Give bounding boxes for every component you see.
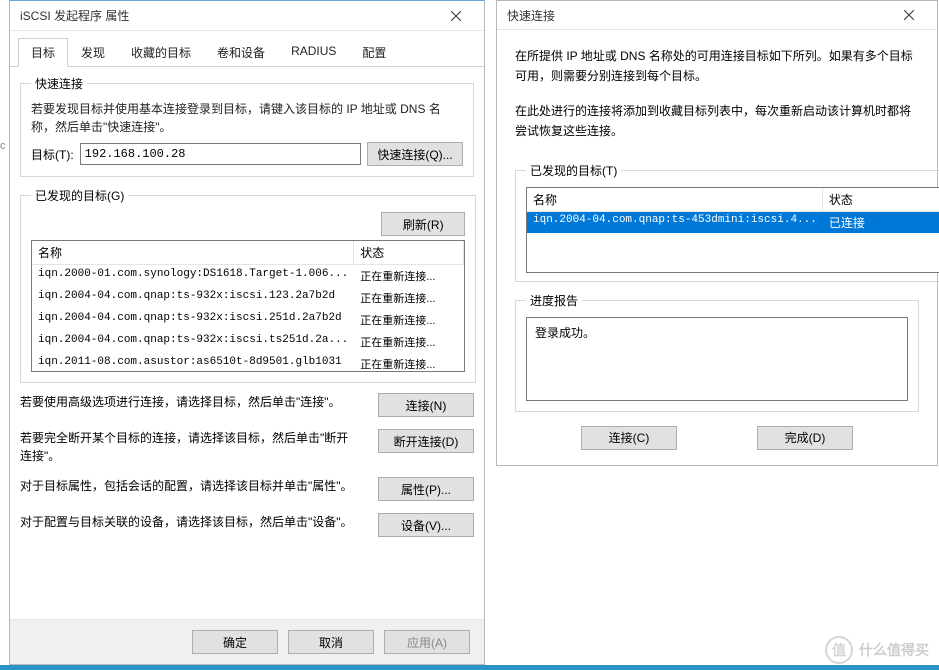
target-row-name: iqn.2011-08.com.asustor:as6510t-8d9501.g… — [32, 353, 354, 372]
progress-text: 登录成功。 — [535, 326, 595, 340]
refresh-button[interactable]: 刷新(R) — [381, 212, 465, 236]
devices-button[interactable]: 设备(V)... — [378, 513, 474, 537]
target-row-name: iqn.2004-04.com.qnap:ts-932x:iscsi.ts251… — [32, 331, 354, 353]
devices-action: 对于配置与目标关联的设备，请选择该目标，然后单击"设备"。 设备(V)... — [20, 513, 474, 537]
properties-text: 对于目标属性，包括会话的配置，请选择该目标并单击"属性"。 — [20, 477, 358, 495]
col-header-name[interactable]: 名称 — [32, 241, 354, 264]
properties-action: 对于目标属性，包括会话的配置，请选择该目标并单击"属性"。 属性(P)... — [20, 477, 474, 501]
target-row[interactable]: iqn.2004-04.com.qnap:ts-932x:iscsi.ts251… — [32, 331, 464, 353]
quick-connect-action-button[interactable]: 连接(C) — [581, 426, 677, 450]
main-footer: 确定 取消 应用(A) — [10, 619, 484, 664]
progress-legend: 进度报告 — [526, 292, 582, 309]
target-input[interactable] — [80, 143, 361, 165]
ok-button[interactable]: 确定 — [192, 630, 278, 654]
col-header-status[interactable]: 状态 — [354, 241, 464, 264]
iscsi-properties-window: iSCSI 发起程序 属性 目标 发现 收藏的目标 卷和设备 RADIUS 配置… — [9, 0, 485, 665]
target-row-name: iqn.2004-04.com.qnap:ts-932x:iscsi.251d.… — [32, 309, 354, 331]
quick-target-row-selected[interactable]: iqn.2004-04.com.qnap:ts-453dmini:iscsi.4… — [527, 212, 939, 233]
cancel-button[interactable]: 取消 — [288, 630, 374, 654]
disconnect-text: 若要完全断开某个目标的连接，请选择该目标，然后单击"断开连接"。 — [20, 429, 358, 465]
target-row-status: 正在重新连接... — [354, 331, 464, 353]
quick-para-1: 在所提供 IP 地址或 DNS 名称处的可用连接目标如下所列。如果有多个目标可用… — [515, 46, 919, 87]
discovered-targets-list[interactable]: 名称 状态 iqn.2000-01.com.synology:DS1618.Ta… — [31, 240, 465, 372]
watermark: 值 什么值得买 — [825, 636, 929, 664]
tab-volumes[interactable]: 卷和设备 — [204, 38, 278, 67]
tab-target[interactable]: 目标 — [18, 38, 68, 67]
target-row[interactable]: iqn.2000-01.com.synology:DS1618.Target-1… — [32, 265, 464, 287]
done-button[interactable]: 完成(D) — [757, 426, 853, 450]
targets-header: 名称 状态 — [32, 241, 464, 265]
quick-discovered-group: 已发现的目标(T) 名称 状态 iqn.2004-04.com.qnap:ts-… — [515, 162, 939, 282]
quick-connect-dialog: 快速连接 在所提供 IP 地址或 DNS 名称处的可用连接目标如下所列。如果有多… — [496, 0, 938, 466]
connect-button[interactable]: 连接(N) — [378, 393, 474, 417]
taskbar-strip — [0, 665, 939, 670]
disconnect-action: 若要完全断开某个目标的连接，请选择该目标，然后单击"断开连接"。 断开连接(D) — [20, 429, 474, 465]
main-titlebar: iSCSI 发起程序 属性 — [10, 1, 484, 31]
quick-connect-legend: 快速连接 — [31, 75, 87, 92]
tab-config[interactable]: 配置 — [349, 38, 399, 67]
quick-body: 在所提供 IP 地址或 DNS 名称处的可用连接目标如下所列。如果有多个目标可用… — [497, 30, 937, 472]
discovered-targets-group: 已发现的目标(G) 刷新(R) 名称 状态 iqn.2000-01.com.sy… — [20, 187, 476, 383]
progress-report: 登录成功。 — [526, 317, 908, 401]
tab-radius[interactable]: RADIUS — [278, 38, 349, 67]
quick-targets-list[interactable]: 名称 状态 iqn.2004-04.com.qnap:ts-453dmini:i… — [526, 187, 939, 273]
target-row[interactable]: iqn.2004-04.com.qnap:ts-932x:iscsi.123.2… — [32, 287, 464, 309]
quick-col-name[interactable]: 名称 — [527, 188, 823, 211]
target-row-name: iqn.2004-04.com.qnap:ts-932x:iscsi.123.2… — [32, 287, 354, 309]
main-window-title: iSCSI 发起程序 属性 — [20, 7, 436, 24]
progress-group: 进度报告 登录成功。 — [515, 292, 919, 412]
watermark-icon: 值 — [825, 636, 853, 664]
close-button-quick[interactable] — [889, 1, 929, 29]
tab-favorites[interactable]: 收藏的目标 — [118, 38, 204, 67]
watermark-text: 什么值得买 — [859, 640, 929, 660]
properties-button[interactable]: 属性(P)... — [378, 477, 474, 501]
quick-para-2: 在此处进行的连接将添加到收藏目标列表中，每次重新启动该计算机时都将尝试恢复这些连… — [515, 101, 919, 142]
connect-action: 若要使用高级选项进行连接，请选择目标，然后单击"连接"。 连接(N) — [20, 393, 474, 417]
target-label: 目标(T): — [31, 146, 74, 163]
quick-titlebar: 快速连接 — [497, 1, 937, 30]
target-row-name: iqn.2000-01.com.synology:DS1618.Target-1… — [32, 265, 354, 287]
quick-row-name: iqn.2004-04.com.qnap:ts-453dmini:iscsi.4… — [527, 212, 823, 233]
close-button-main[interactable] — [436, 2, 476, 30]
quick-connect-button[interactable]: 快速连接(Q)... — [367, 142, 463, 166]
apply-button[interactable]: 应用(A) — [384, 630, 470, 654]
quick-col-status[interactable]: 状态 — [823, 188, 939, 211]
target-row[interactable]: iqn.2011-08.com.asustor:as6510t-8d9501.g… — [32, 353, 464, 372]
target-row-status: 正在重新连接... — [354, 265, 464, 287]
target-row-status: 正在重新连接... — [354, 309, 464, 331]
left-edge-letter: c — [0, 140, 9, 152]
tab-bar: 目标 发现 收藏的目标 卷和设备 RADIUS 配置 — [10, 31, 484, 67]
quick-window-title: 快速连接 — [507, 7, 889, 24]
close-icon — [451, 11, 461, 21]
quick-connect-group: 快速连接 若要发现目标并使用基本连接登录到目标，请键入该目标的 IP 地址或 D… — [20, 75, 474, 177]
target-row[interactable]: iqn.2004-04.com.qnap:ts-932x:iscsi.251d.… — [32, 309, 464, 331]
connect-text: 若要使用高级选项进行连接，请选择目标，然后单击"连接"。 — [20, 393, 358, 411]
discovered-legend: 已发现的目标(G) — [31, 187, 128, 204]
target-row-status: 正在重新连接... — [354, 353, 464, 372]
tab-discover[interactable]: 发现 — [68, 38, 118, 67]
target-row-status: 正在重新连接... — [354, 287, 464, 309]
quick-row-status: 已连接 — [823, 212, 939, 233]
quick-footer: 连接(C) 完成(D) — [515, 416, 919, 464]
quick-list-header: 名称 状态 — [527, 188, 939, 212]
main-body: 快速连接 若要发现目标并使用基本连接登录到目标，请键入该目标的 IP 地址或 D… — [10, 67, 484, 619]
quick-discovered-legend: 已发现的目标(T) — [526, 162, 621, 179]
devices-text: 对于配置与目标关联的设备，请选择该目标，然后单击"设备"。 — [20, 513, 358, 531]
quick-connect-instruction: 若要发现目标并使用基本连接登录到目标，请键入该目标的 IP 地址或 DNS 名称… — [31, 100, 463, 136]
disconnect-button[interactable]: 断开连接(D) — [378, 429, 474, 453]
close-icon — [904, 10, 914, 20]
